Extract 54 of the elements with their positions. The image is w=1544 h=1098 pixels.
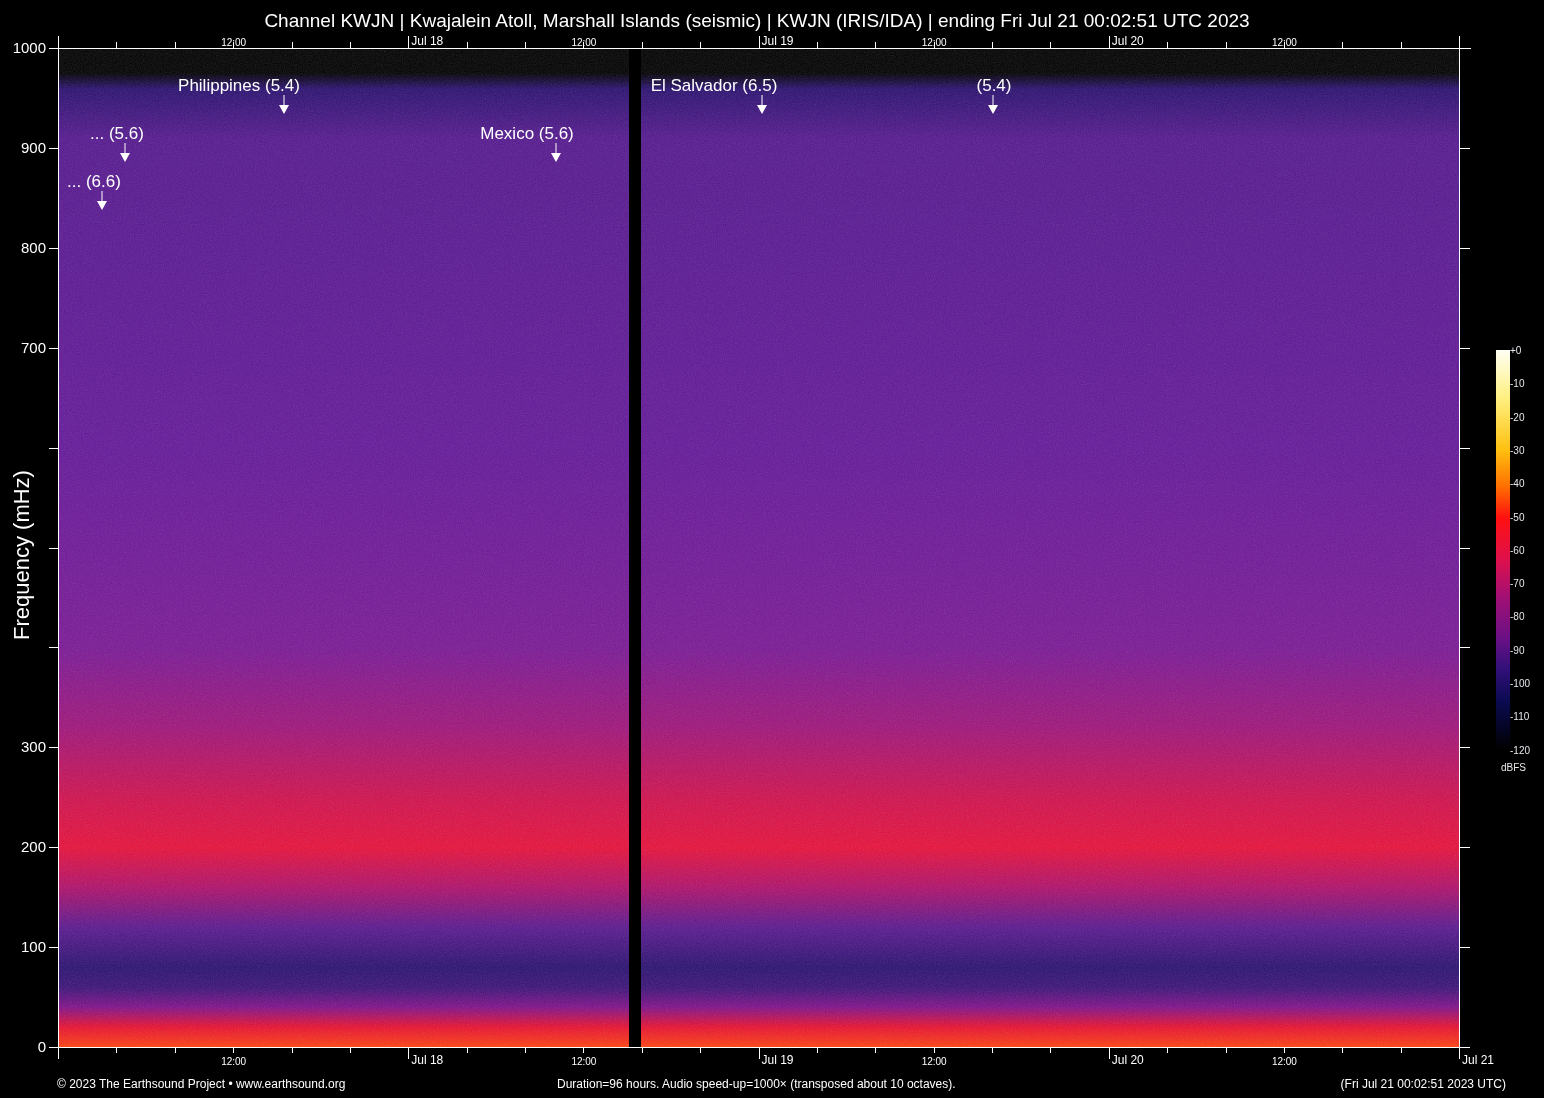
colorbar-tick-label: -110 [1510,711,1530,724]
colorbar-tick-label: -120 [1510,744,1530,757]
x-tick-label: 12:00 [571,37,597,49]
colorbar-tick-label: -10 [1510,378,1525,391]
x-tick-label: 12:00 [221,37,247,49]
y-tick-label: 800 [19,239,46,256]
copyright-text: © 2023 The Earthsound Project • www.earthsound.org [57,1076,346,1092]
y-axis-label: Frequency (mHz) [10,470,34,640]
x-tick-label: 12:00 [571,1056,597,1068]
x-tick-label: 12:00 [221,1056,247,1068]
colorbar-tick-label: -100 [1510,678,1530,690]
event-label: Philippines (5.4) [177,76,301,96]
y-tick-label: 900 [19,139,46,156]
colorbar-tick-label: -80 [1510,611,1525,624]
colorbar-tick-label: -50 [1510,511,1525,524]
event-label: (5.4) [975,76,1013,96]
down-arrow-icon [757,95,767,114]
y-tick-label: 100 [19,939,46,956]
colorbar-tick-label: +0 [1510,345,1522,357]
event-label: El Salvador (6.5) [649,76,779,96]
colorbar-unit-label: dBFS [1501,762,1526,774]
colorbar-tick-label: -20 [1510,411,1525,424]
down-arrow-icon [120,143,130,162]
x-tick-label: 12:00 [1271,1056,1297,1068]
down-arrow-icon [551,143,561,162]
colorbar-tick-label: -40 [1510,478,1525,491]
colorbar-tick-label: -90 [1510,644,1525,657]
down-arrow-icon [988,95,998,114]
duration-text: Duration=96 hours. Audio speed-up=1000× (transposed about 10 octaves). [557,1076,956,1092]
y-tick-label: 300 [19,739,46,756]
x-tick-label: 12:00 [1271,37,1297,49]
event-label: Mexico (5.6) [479,124,575,144]
x-tick-label: Jul 20 [1111,35,1144,47]
event-label: ... (5.6) [89,124,145,144]
down-arrow-icon [97,191,107,210]
colorbar-tick-label: -30 [1510,444,1525,457]
y-tick-label: 200 [19,839,46,856]
y-tick-label: 700 [19,339,46,356]
chart-title: Channel KWJN | Kwajalein Atoll, Marshall Islands (seismic) | KWJN (IRIS/IDA) | ending Fri Jul 21 00:02:51 UTC 2023 [263,9,1251,33]
x-tick-label: Jul 18 [411,1054,444,1066]
x-tick-label: Jul 20 [1111,1054,1144,1066]
y-tick-label: 1000 [11,40,46,56]
colorbar-tick-label: -60 [1510,544,1525,557]
timestamp-text: (Fri Jul 21 00:02:51 2023 UTC) [1340,1076,1506,1092]
x-tick-label: Jul 18 [411,35,444,47]
y-tick-label: 0 [36,1039,46,1055]
colorbar-tick-label: -70 [1510,578,1525,591]
down-arrow-icon [279,95,289,114]
x-tick-label: 12:00 [921,1056,947,1068]
x-tick-label: Jul 21 [1462,1054,1495,1066]
x-tick-label: Jul 19 [761,35,794,47]
x-tick-label: Jul 19 [761,1054,794,1066]
event-label: ... (6.6) [66,172,122,192]
x-tick-label: 12:00 [921,37,947,49]
